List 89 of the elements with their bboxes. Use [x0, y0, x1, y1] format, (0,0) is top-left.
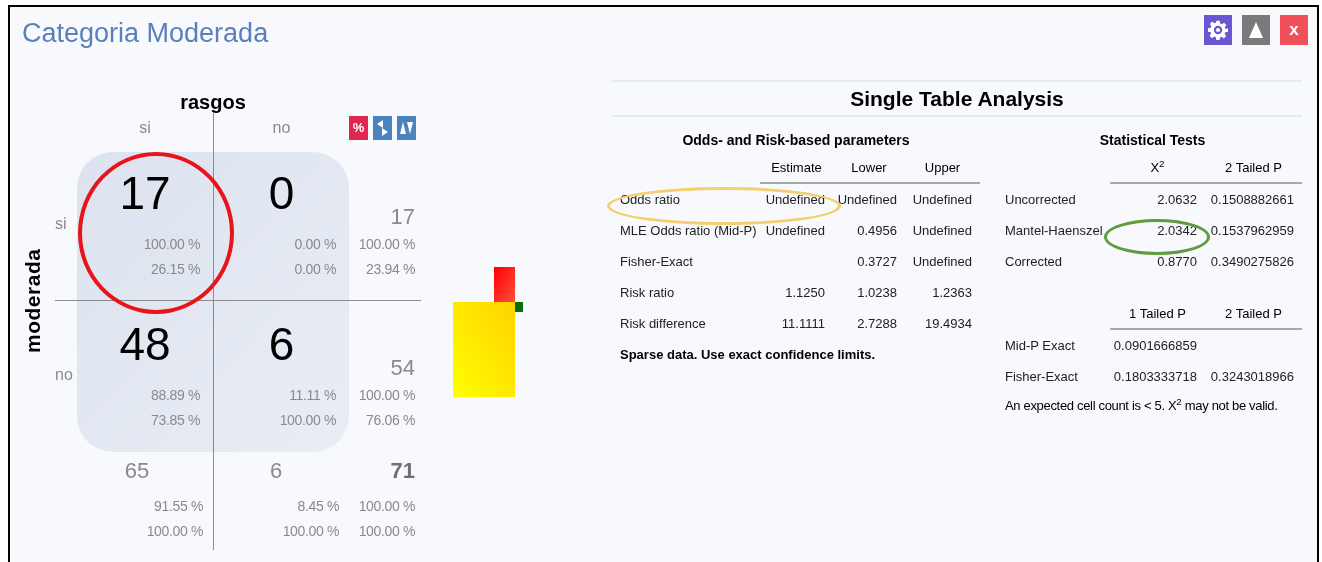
sort-triangles-icon: [399, 121, 414, 135]
column-header: 1 Tailed P: [1129, 304, 1186, 323]
value-cell-text: 11.1111: [781, 314, 825, 333]
row-percent: 91.55 %: [154, 497, 203, 516]
value-cell-text: 0.0901666859: [1113, 336, 1197, 355]
column-percent: 100.00 %: [282, 522, 339, 541]
value-cell-text: 0.3243018966: [1210, 367, 1294, 386]
row-percent: 88.89 %: [151, 386, 200, 405]
value-cell-text: 0.4956: [857, 221, 897, 240]
column-variable: rasgos: [180, 92, 246, 112]
value-cell-text: 1.1250: [785, 283, 825, 302]
row-label: Odds ratio: [620, 191, 680, 207]
window-title: Categoria Moderada: [22, 17, 269, 50]
swap-button[interactable]: [373, 116, 392, 140]
cell-count: 48: [118, 317, 171, 371]
analysis-title: Single Table Analysis: [850, 85, 1064, 112]
triangle-up-icon: [1249, 22, 1263, 38]
value-cell-text: Undefined: [837, 190, 897, 209]
cell-count: 0: [267, 166, 295, 220]
value-cell-text: Undefined: [765, 221, 825, 240]
cell-count: 6: [267, 317, 295, 371]
row-percent: 100.00 %: [358, 497, 415, 516]
percent-toggle[interactable]: %: [349, 116, 368, 140]
row-label: Fisher-Exact: [620, 253, 693, 269]
row-percent: 0.00 %: [294, 235, 336, 254]
row-label: Uncorrected: [1005, 191, 1076, 207]
column-header: Lower: [851, 158, 887, 177]
value-cell-text: 0.1508882661: [1210, 190, 1294, 209]
row-label: Risk ratio: [620, 284, 675, 300]
value-cell-text: 1.2363: [932, 283, 972, 302]
value-cell-text: 1.0238: [857, 283, 897, 302]
value-cell-text: Undefined: [912, 190, 972, 209]
column-percent: 100.00 %: [358, 522, 415, 541]
value-cell-text: 0.3490275826: [1210, 252, 1294, 271]
grand-total: 71: [390, 457, 415, 485]
column-percent: 0.00 %: [294, 260, 336, 279]
value-cell-text: 19.4934: [925, 314, 972, 333]
column-label: si: [139, 118, 151, 138]
value-cell-text: 2.7288: [857, 314, 897, 333]
column-percent: 23.94 %: [366, 260, 415, 279]
column-percent: 100.00 %: [146, 522, 203, 541]
column-percent: 76.06 %: [366, 411, 415, 430]
settings-icon: [1208, 20, 1228, 40]
column-header: X$^{2}$: [1150, 157, 1165, 177]
value-cell-text: 0.3727: [857, 252, 897, 271]
column-header: 2 Tailed P: [1225, 304, 1282, 323]
column-header: Estimate: [771, 158, 822, 177]
settings-button[interactable]: [1204, 15, 1232, 45]
value-cell-text: 2.0342: [1157, 221, 1197, 240]
note-text: An expected cell count is < 5. X$^{2}$ may not be valid.: [1004, 396, 1279, 415]
column-total: 6: [269, 457, 283, 485]
value-cell-text: Undefined: [912, 252, 972, 271]
column-percent: 73.85 %: [151, 411, 200, 430]
row-label: Mid-P Exact: [1005, 337, 1075, 353]
sort-button[interactable]: [397, 116, 416, 140]
cell-count: 17: [118, 166, 171, 220]
value-cell-text: Undefined: [765, 190, 825, 209]
row-percent: 8.45 %: [297, 497, 339, 516]
collapse-button[interactable]: [1242, 15, 1270, 45]
row-label: Mantel-Haenszel: [1005, 222, 1103, 238]
row-label: no: [55, 365, 73, 385]
row-percent: 11.11 %: [289, 386, 336, 405]
row-label: Corrected: [1005, 253, 1063, 269]
value-cell-text: 0.1537962959: [1210, 221, 1294, 240]
column-header: 2 Tailed P: [1225, 158, 1282, 177]
row-percent: 100.00 %: [143, 235, 200, 254]
close-button[interactable]: x: [1280, 15, 1308, 45]
row-total: 54: [390, 354, 415, 382]
column-total: 65: [124, 457, 151, 485]
section-heading: Statistical Tests: [1099, 131, 1206, 150]
row-percent: 100.00 %: [358, 386, 415, 405]
column-label: no: [272, 118, 291, 138]
row-variable: moderada: [19, 248, 45, 354]
row-label: Risk difference: [620, 315, 706, 331]
row-label: si: [55, 214, 67, 234]
section-heading: Odds- and Risk-based parameters: [682, 131, 910, 150]
row-percent: 100.00 %: [358, 235, 415, 254]
row-label: MLE Odds ratio (Mid-P): [620, 222, 757, 238]
column-percent: 100.00 %: [279, 411, 336, 430]
row-label: Fisher-Exact: [1005, 368, 1078, 384]
value-cell-text: 2.0632: [1157, 190, 1197, 209]
value-cell-text: 0.8770: [1157, 252, 1197, 271]
row-total: 17: [390, 203, 415, 231]
swap-arrows-icon: [376, 119, 389, 137]
value-cell-text: 0.1803333718: [1113, 367, 1197, 386]
value-cell-text: Undefined: [912, 221, 972, 240]
column-header: Upper: [924, 158, 961, 177]
note-text: Sparse data. Use exact confidence limits.: [619, 346, 877, 364]
column-percent: 26.15 %: [151, 260, 200, 279]
